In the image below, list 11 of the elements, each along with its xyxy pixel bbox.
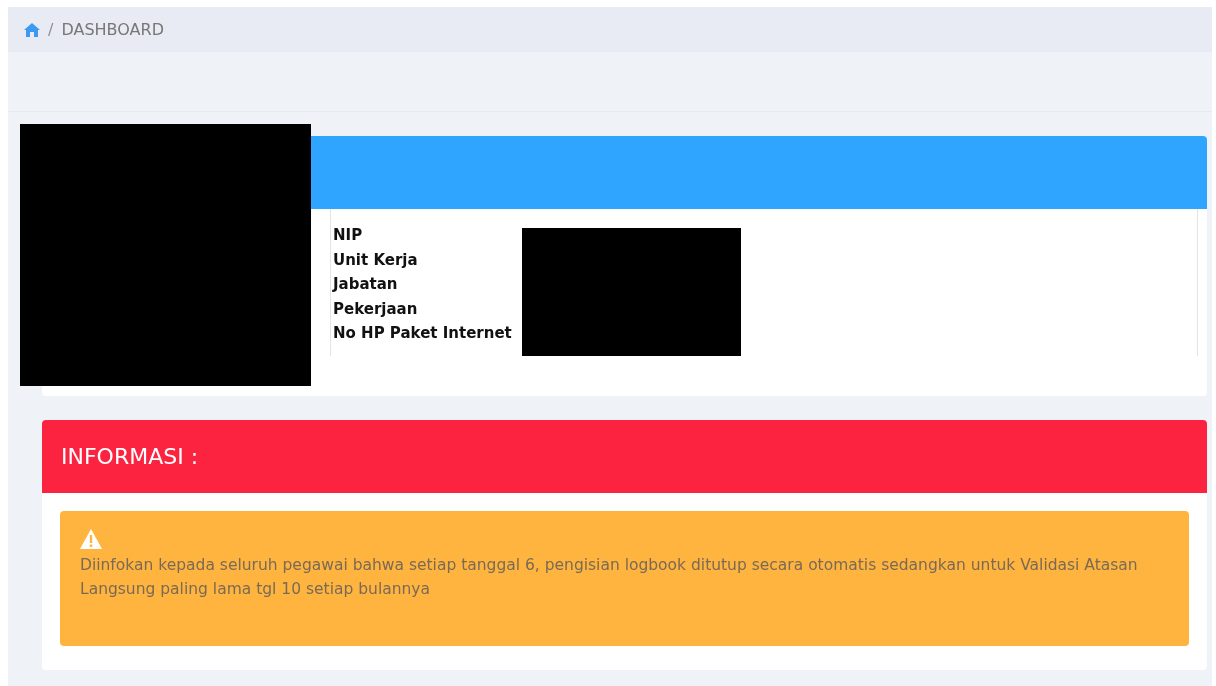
home-icon[interactable]	[24, 22, 40, 37]
field-label: NIP	[333, 225, 363, 246]
breadcrumb-item[interactable]: DASHBOARD	[61, 17, 164, 42]
alert-message: Diinfokan kepada seluruh pegawai bahwa setiap tanggal 6, pengisian logbook ditutup secara otomatis sedangkan untuk Validasi Atasan Langsung paling lama tgl 10 setiap bulannya	[80, 554, 1139, 600]
field-label: Pekerjaan	[333, 298, 418, 320]
warning-icon	[80, 528, 102, 549]
field-label: No HP Paket Internet	[333, 323, 512, 344]
card-title: INFORMASI :	[61, 442, 199, 471]
breadcrumb-separator: /	[48, 18, 54, 41]
field-label: Unit Kerja	[333, 249, 418, 271]
field-label: Jabatan	[333, 274, 398, 295]
